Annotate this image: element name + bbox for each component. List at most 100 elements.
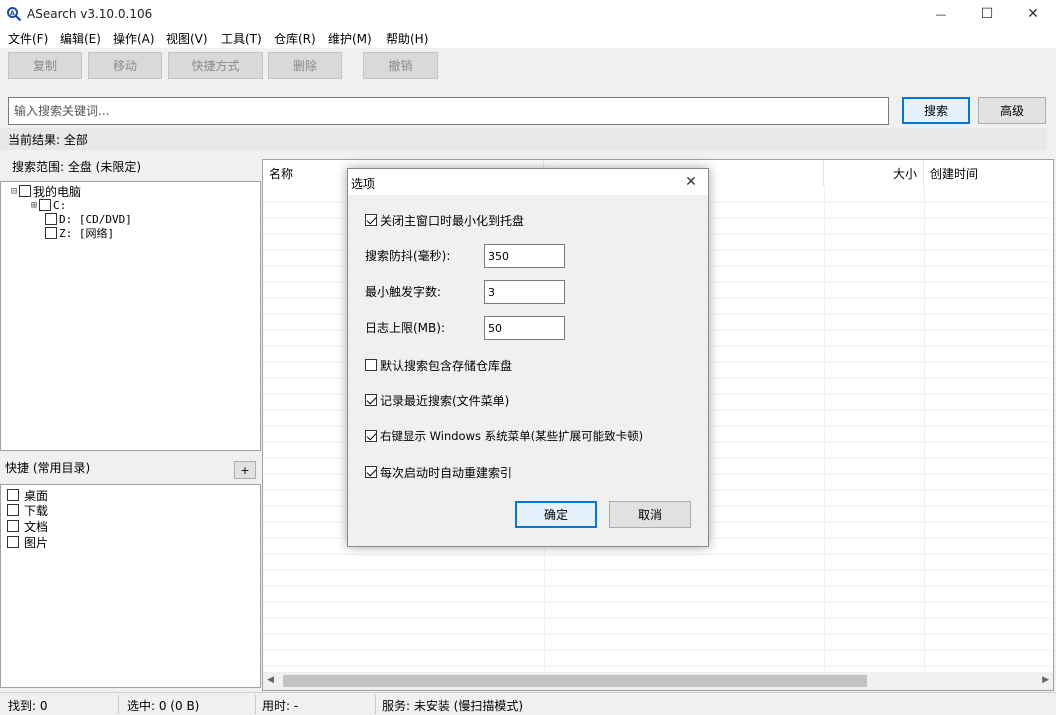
quick-item-checkbox[interactable]	[7, 489, 19, 501]
tree-item-c-checkbox[interactable]	[39, 199, 52, 211]
copy-button[interactable]: 复制	[8, 52, 82, 79]
close-icon: ✕	[1027, 6, 1039, 22]
expand-icon[interactable]: ⊞	[31, 200, 37, 211]
tree-item-d-label: D: [CD/DVD]	[59, 212, 132, 226]
min-chars-input[interactable]	[484, 280, 565, 304]
tree-item-d[interactable]: D: [CD/DVD]	[45, 212, 132, 226]
tree-item-z-label: Z: [网络]	[59, 227, 115, 240]
add-quick-dir-button[interactable]: +	[234, 461, 256, 479]
dialog-title: 选项	[351, 177, 376, 191]
minimize-to-tray-checkbox[interactable]	[365, 214, 377, 226]
scrollbar-thumb[interactable]	[283, 675, 867, 687]
option-record-recent[interactable]: 记录最近搜索(文件菜单)	[365, 392, 509, 408]
quick-dirs-label: 快捷 (常用目录)	[5, 461, 91, 475]
row-separator	[263, 554, 1053, 555]
menu-edit[interactable]: 编辑(E)	[60, 30, 101, 47]
tree-root-checkbox[interactable]	[19, 185, 32, 197]
title-bar: A ASearch v3.10.0.106 — ☐ ✕	[0, 0, 1056, 28]
scroll-left-icon[interactable]: ◀	[267, 675, 274, 685]
rebuild-index-label: 每次启动时自动重建索引	[380, 465, 513, 480]
quick-item-checkbox[interactable]	[7, 536, 19, 548]
shortcut-button[interactable]: 快捷方式	[168, 52, 263, 79]
delete-button[interactable]: 删除	[268, 52, 342, 79]
column-header-created[interactable]: 创建时间	[924, 160, 1053, 186]
dialog-close-button[interactable]: ✕	[682, 173, 700, 191]
move-button[interactable]: 移动	[88, 52, 162, 79]
option-include-repo[interactable]: 默认搜索包含存储仓库盘	[365, 357, 512, 373]
status-found: 找到: 0	[8, 699, 48, 713]
cancel-button[interactable]: 取消	[609, 501, 691, 528]
rebuild-index-checkbox[interactable]	[365, 466, 377, 478]
row-separator	[263, 570, 1053, 571]
result-bar	[0, 128, 1046, 150]
include-repo-checkbox[interactable]	[365, 359, 377, 371]
status-separator	[375, 695, 376, 714]
quick-item[interactable]: 桌面	[7, 488, 48, 503]
column-header-size[interactable]: 大小	[824, 160, 924, 186]
options-dialog: 选项 ✕ 关闭主窗口时最小化到托盘 搜索防抖(毫秒): 最小触发字数: 日志上限…	[347, 168, 709, 547]
close-icon: ✕	[685, 174, 697, 190]
menu-view[interactable]: 视图(V)	[166, 30, 208, 47]
column-divider	[924, 186, 925, 674]
close-window-button[interactable]: ✕	[1010, 0, 1056, 28]
undo-button[interactable]: 撤销	[363, 52, 438, 79]
record-recent-checkbox[interactable]	[365, 394, 377, 406]
shell-menu-label: 右键显示 Windows 系统菜单(某些扩展可能致卡顿)	[380, 429, 644, 443]
quick-item[interactable]: 文档	[7, 519, 48, 534]
tree-item-c[interactable]: ⊞ C:	[31, 198, 66, 212]
row-separator	[263, 602, 1053, 603]
menu-file[interactable]: 文件(F)	[8, 30, 48, 47]
menu-tools[interactable]: 工具(T)	[221, 30, 262, 47]
status-separator	[255, 695, 256, 714]
ok-button[interactable]: 确定	[515, 501, 597, 528]
debounce-label: 搜索防抖(毫秒):	[365, 249, 451, 263]
tree-root-my-computer[interactable]: ⊟ 我的电脑	[11, 184, 82, 199]
option-minimize-to-tray[interactable]: 关闭主窗口时最小化到托盘	[365, 212, 524, 228]
status-selected: 选中: 0 (0 B)	[127, 699, 200, 713]
tree-item-d-checkbox[interactable]	[45, 213, 57, 225]
scroll-right-icon[interactable]: ▶	[1042, 675, 1049, 685]
include-repo-label: 默认搜索包含存储仓库盘	[380, 358, 513, 373]
tree-item-c-label: C:	[53, 198, 67, 212]
quick-item-label: 图片	[24, 535, 49, 550]
search-button[interactable]: 搜索	[902, 97, 970, 124]
tree-root-label: 我的电脑	[33, 184, 82, 199]
menu-action[interactable]: 操作(A)	[113, 30, 155, 47]
search-input[interactable]	[8, 97, 889, 125]
collapse-icon[interactable]: ⊟	[11, 186, 17, 197]
row-separator	[263, 618, 1053, 619]
quick-item[interactable]: 下载	[7, 503, 48, 518]
option-rebuild-index[interactable]: 每次启动时自动重建索引	[365, 464, 512, 480]
status-service: 服务: 未安装 (慢扫描模式)	[382, 699, 524, 713]
maximize-icon: ☐	[980, 6, 994, 22]
menu-maintenance[interactable]: 维护(M)	[328, 30, 372, 47]
row-separator	[263, 650, 1053, 651]
row-separator	[263, 666, 1053, 667]
quick-item[interactable]: 图片	[7, 535, 49, 550]
debounce-input[interactable]	[484, 244, 565, 268]
menu-help[interactable]: 帮助(H)	[386, 30, 428, 47]
min-chars-label: 最小触发字数:	[365, 285, 442, 299]
current-result-text: 当前结果: 全部	[8, 133, 88, 147]
quick-dirs-panel: 桌面 下载 文档 图片	[0, 484, 261, 688]
advanced-button[interactable]: 高级	[978, 97, 1046, 124]
svg-text:A: A	[10, 10, 15, 17]
maximize-button[interactable]: ☐	[964, 0, 1010, 28]
column-divider	[824, 186, 825, 674]
row-separator	[263, 586, 1053, 587]
quick-item-checkbox[interactable]	[7, 504, 19, 516]
minimize-button[interactable]: —	[918, 0, 964, 28]
record-recent-label: 记录最近搜索(文件菜单)	[380, 393, 510, 408]
option-shell-menu[interactable]: 右键显示 Windows 系统菜单(某些扩展可能致卡顿)	[365, 428, 643, 444]
tree-item-z[interactable]: Z: [网络]	[45, 226, 114, 240]
status-bar: 找到: 0 选中: 0 (0 B) 用时: - 服务: 未安装 (慢扫描模式)	[0, 692, 1056, 715]
menu-bar: 文件(F) 编辑(E) 操作(A) 视图(V) 工具(T) 仓库(R) 维护(M…	[0, 28, 1056, 48]
menu-repository[interactable]: 仓库(R)	[274, 30, 316, 47]
quick-item-checkbox[interactable]	[7, 520, 19, 532]
tree-item-z-checkbox[interactable]	[45, 227, 57, 239]
status-elapsed: 用时: -	[262, 699, 299, 713]
horizontal-scrollbar[interactable]: ◀ ▶	[263, 672, 1053, 690]
shell-menu-checkbox[interactable]	[365, 430, 377, 442]
search-scope-label: 搜索范围: 全盘 (未限定)	[12, 160, 142, 174]
log-limit-input[interactable]	[484, 316, 565, 340]
